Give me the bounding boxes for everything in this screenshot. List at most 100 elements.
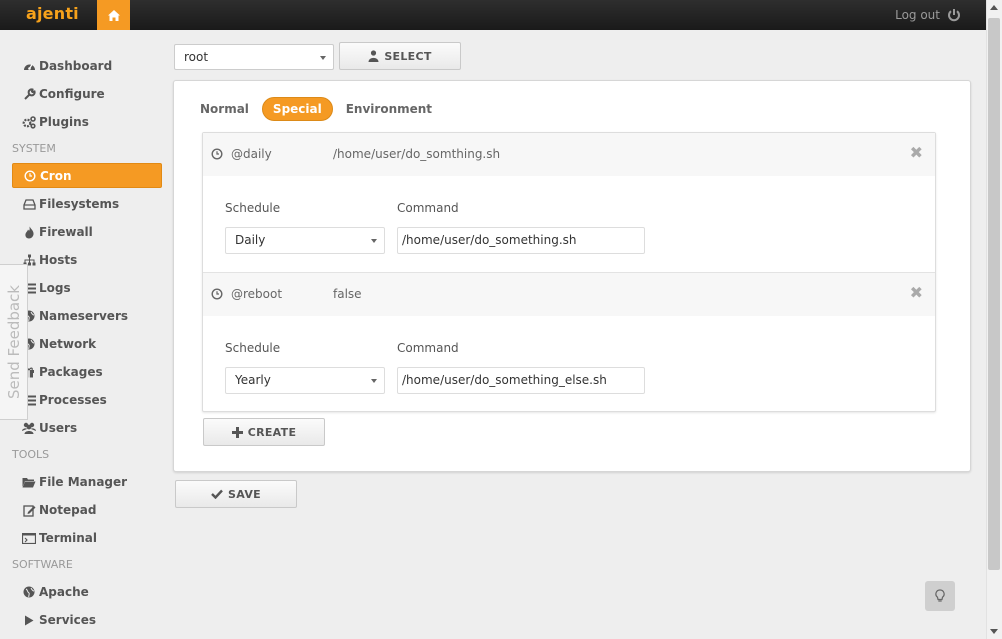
schedule-label: Schedule [225, 201, 281, 215]
clock-icon [211, 148, 223, 160]
hdd-icon [22, 197, 36, 211]
section-software: SOFTWARE [12, 558, 73, 571]
folder-icon [22, 475, 36, 489]
scroll-thumb[interactable] [988, 18, 1000, 570]
sidebar-item-label: Filesystems [39, 197, 120, 211]
tab-normal[interactable]: Normal [200, 97, 262, 121]
sidebar-item-label: Network [39, 337, 97, 351]
sidebar-item-logs[interactable]: Logs [12, 274, 162, 302]
page-scrollbar[interactable] [986, 0, 1002, 639]
edit-icon [22, 503, 36, 517]
create-button-label: CREATE [247, 425, 297, 439]
sidebar-item-packages[interactable]: Packages [12, 358, 162, 386]
tab-environment[interactable]: Environment [346, 97, 445, 121]
select-user-button[interactable]: SELECT [339, 42, 461, 70]
sidebar-item-label: File Manager [39, 475, 128, 489]
sidebar-item-label: Firewall [39, 225, 93, 239]
sidebar-item-label: Services [39, 613, 97, 627]
dashboard-icon [22, 59, 36, 73]
entry-header[interactable]: @reboot false ✖ [203, 273, 935, 316]
sidebar-item-label: Logs [39, 281, 71, 295]
play-icon [22, 613, 36, 627]
plus-icon [231, 426, 243, 438]
cron-tabs: Normal Special Environment [200, 97, 445, 121]
sidebar-item-notepad[interactable]: Notepad [12, 496, 162, 524]
entry-header[interactable]: @daily /home/user/do_somthing.sh ✖ [203, 133, 935, 176]
sidebar-item-configure[interactable]: Configure [12, 80, 162, 108]
fire-icon [22, 225, 36, 239]
sidebar-item-dashboard[interactable]: Dashboard [12, 52, 162, 80]
home-button[interactable] [97, 0, 130, 30]
close-icon[interactable]: ✖ [910, 143, 923, 162]
sidebar-item-label: Plugins [39, 115, 89, 129]
top-bar: ajenti Log out [0, 0, 986, 30]
sidebar-item-firewall[interactable]: Firewall [12, 218, 162, 246]
sidebar-item-label: Nameservers [39, 309, 129, 323]
send-feedback-label: Send Feedback [4, 285, 23, 399]
lightbulb-icon [935, 589, 945, 602]
sidebar-item-services[interactable]: Services [12, 606, 162, 634]
list-item: @daily /home/user/do_somthing.sh ✖ Sched… [203, 133, 935, 273]
command-input-value: /home/user/do_something.sh [402, 233, 577, 247]
send-feedback-tab[interactable]: Send Feedback [0, 264, 28, 420]
cron-panel: Normal Special Environment @daily /home/… [173, 80, 971, 472]
command-input[interactable]: /home/user/do_something_else.sh [397, 367, 645, 394]
command-input-value: /home/user/do_something_else.sh [402, 373, 607, 387]
terminal-icon [22, 531, 36, 545]
clock-icon [211, 288, 223, 300]
logout-link[interactable]: Log out [895, 8, 940, 22]
select-button-label: SELECT [384, 49, 432, 63]
create-button[interactable]: CREATE [203, 418, 325, 446]
sidebar-item-hosts[interactable]: Hosts [12, 246, 162, 274]
brand-logo[interactable]: ajenti [26, 4, 79, 23]
schedule-select-value: Yearly [235, 373, 271, 387]
sidebar-item-label: Cron [40, 168, 72, 183]
user-icon [368, 50, 379, 62]
schedule-select-value: Daily [235, 233, 266, 247]
clock-icon [23, 169, 37, 183]
sidebar-item-users[interactable]: Users [12, 414, 162, 442]
sidebar-item-nameservers[interactable]: Nameservers [12, 302, 162, 330]
chevron-down-icon [371, 239, 377, 243]
sidebar-item-plugins[interactable]: Plugins [12, 108, 162, 136]
entry-special: @reboot [231, 287, 283, 301]
sidebar-item-processes[interactable]: Processes [12, 386, 162, 414]
command-input[interactable]: /home/user/do_something.sh [397, 227, 645, 254]
lightbulb-button[interactable] [925, 581, 955, 611]
sidebar-item-terminal[interactable]: Terminal [12, 524, 162, 552]
chevron-down-icon [371, 379, 377, 383]
user-select-value: root [184, 50, 209, 64]
sidebar-item-filesystems[interactable]: Filesystems [12, 190, 162, 218]
special-tasks-list: @daily /home/user/do_somthing.sh ✖ Sched… [202, 132, 936, 412]
sidebar-item-label: Configure [39, 87, 105, 101]
globe-icon [22, 585, 36, 599]
sidebar-item-label: Processes [39, 393, 107, 407]
section-tools: TOOLS [12, 448, 50, 461]
user-select[interactable]: root [174, 44, 334, 70]
check-icon [211, 489, 223, 499]
sidebar-item-label: Apache [39, 585, 89, 599]
scroll-down-arrow[interactable] [990, 629, 998, 634]
sidebar-item-network[interactable]: Network [12, 330, 162, 358]
sidebar-item-file-manager[interactable]: File Manager [12, 468, 162, 496]
sidebar-item-apache[interactable]: Apache [12, 578, 162, 606]
close-icon[interactable]: ✖ [910, 283, 923, 302]
entry-special: @daily [231, 147, 272, 161]
sidebar-item-label: Packages [39, 365, 103, 379]
chevron-down-icon [320, 56, 326, 60]
save-button[interactable]: SAVE [175, 480, 297, 508]
command-label: Command [397, 201, 459, 215]
schedule-label: Schedule [225, 341, 281, 355]
tab-special[interactable]: Special [261, 97, 333, 121]
users-icon [22, 421, 36, 435]
sidebar: Dashboard Configure Plugins SYSTEM Cron … [12, 52, 162, 634]
sidebar-item-cron[interactable]: Cron [12, 163, 162, 188]
sidebar-item-label: Dashboard [39, 59, 113, 73]
scroll-up-arrow[interactable] [990, 5, 998, 10]
schedule-select[interactable]: Yearly [225, 367, 385, 394]
sidebar-item-label: Hosts [39, 253, 78, 267]
schedule-select[interactable]: Daily [225, 227, 385, 254]
power-icon[interactable] [946, 7, 962, 23]
section-system: SYSTEM [12, 142, 56, 155]
home-icon [107, 9, 120, 21]
